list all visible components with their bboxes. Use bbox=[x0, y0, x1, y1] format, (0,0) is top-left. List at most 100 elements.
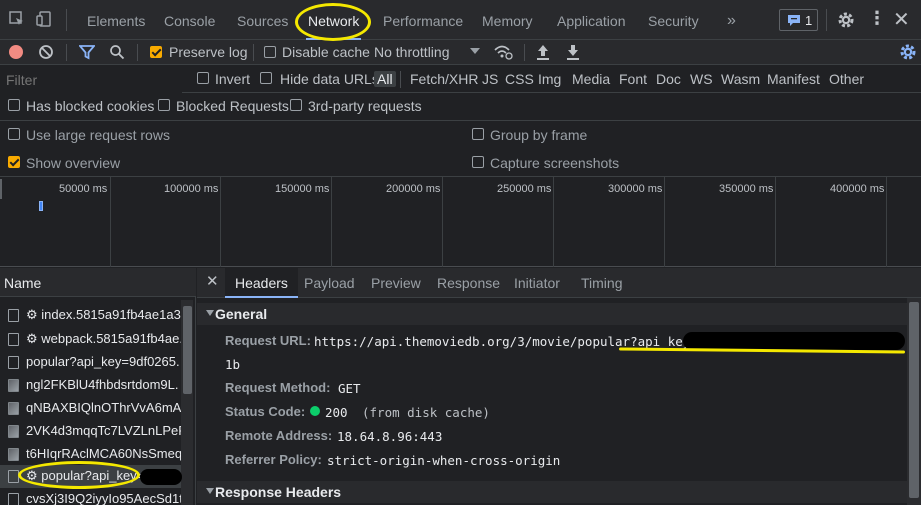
issues-count: 1 bbox=[805, 13, 813, 28]
tab-preview[interactable]: Preview bbox=[371, 268, 421, 298]
general-section-header[interactable]: General bbox=[197, 303, 907, 325]
network-overview-timeline[interactable]: 50000 ms 100000 ms 150000 ms 200000 ms 2… bbox=[0, 177, 921, 267]
disable-cache-checkbox[interactable] bbox=[264, 46, 276, 58]
referrer-policy-label: Referrer Policy: bbox=[225, 452, 322, 467]
import-har-icon[interactable] bbox=[535, 43, 551, 61]
filter-icon[interactable] bbox=[79, 45, 95, 60]
list-item[interactable]: ⚙ index.5815a91fb4ae1a3 bbox=[0, 304, 181, 327]
clear-icon[interactable] bbox=[38, 44, 54, 60]
filter-type-css[interactable]: CSS bbox=[505, 71, 534, 87]
show-overview-checkbox[interactable] bbox=[8, 156, 20, 168]
hide-data-urls-checkbox[interactable] bbox=[260, 72, 272, 84]
image-icon bbox=[8, 379, 19, 392]
filter-input[interactable] bbox=[0, 66, 182, 93]
record-icon[interactable] bbox=[9, 45, 23, 59]
tab-timing[interactable]: Timing bbox=[581, 268, 623, 298]
name-column-header[interactable]: Name bbox=[0, 268, 196, 297]
redaction-mark bbox=[683, 332, 905, 350]
divider bbox=[137, 44, 138, 61]
list-item[interactable]: qNBAXBIQlnOThrVvA6mA bbox=[0, 397, 181, 420]
response-headers-section-header[interactable]: Response Headers bbox=[197, 481, 907, 503]
scrollbar-thumb[interactable] bbox=[183, 306, 192, 394]
third-party-checkbox[interactable] bbox=[290, 99, 302, 111]
list-item[interactable]: ngl2FKBlU4fhbdsrtdom9L. bbox=[0, 374, 181, 397]
filter-type-doc[interactable]: Doc bbox=[656, 71, 681, 87]
large-rows-checkbox[interactable] bbox=[8, 128, 20, 140]
image-icon bbox=[8, 448, 19, 461]
filter-type-media[interactable]: Media bbox=[572, 71, 610, 87]
overview-tick: 300000 ms bbox=[608, 183, 663, 195]
filter-type-img[interactable]: Img bbox=[538, 71, 561, 87]
grid-line bbox=[442, 177, 443, 267]
blocked-cookies-checkbox[interactable] bbox=[8, 99, 20, 111]
network-toolbar: Preserve log Disable cache No throttling bbox=[0, 40, 921, 65]
filter-type-ws[interactable]: WS bbox=[690, 71, 713, 87]
close-devtools-icon[interactable]: ✕ bbox=[893, 7, 910, 32]
tab-elements[interactable]: Elements bbox=[87, 0, 145, 40]
tab-application[interactable]: Application bbox=[557, 0, 626, 40]
list-item[interactable]: cvsXj3I9Q2iyyIo95AecSd1t bbox=[0, 488, 181, 505]
tab-performance[interactable]: Performance bbox=[383, 0, 463, 40]
network-settings-gear-icon[interactable] bbox=[899, 43, 917, 61]
group-by-frame-checkbox[interactable] bbox=[472, 128, 484, 140]
inspect-element-icon[interactable] bbox=[8, 10, 26, 28]
filter-type-wasm[interactable]: Wasm bbox=[721, 71, 760, 87]
request-method-value: GET bbox=[338, 381, 361, 396]
blocked-requests-checkbox[interactable] bbox=[158, 99, 170, 111]
referrer-policy-value: strict-origin-when-cross-origin bbox=[327, 453, 561, 468]
list-item[interactable]: popular?api_key=9df0265. bbox=[0, 351, 181, 374]
filter-bar: Invert Hide data URLs All Fetch/XHR JS C… bbox=[0, 66, 921, 93]
tab-initiator[interactable]: Initiator bbox=[514, 268, 560, 298]
filter-type-fetch-xhr[interactable]: Fetch/XHR bbox=[410, 71, 478, 87]
tab-headers[interactable]: Headers bbox=[225, 268, 298, 298]
tab-console[interactable]: Console bbox=[164, 0, 215, 40]
request-list-panel: Name ⚙ index.5815a91fb4ae1a3 ⚙ webpack.5… bbox=[0, 268, 196, 505]
device-toolbar-icon[interactable] bbox=[36, 10, 54, 28]
request-name: qNBAXBIQlnOThrVvA6mA bbox=[26, 400, 181, 415]
file-icon bbox=[8, 309, 19, 322]
filter-type-font[interactable]: Font bbox=[619, 71, 647, 87]
more-tabs-button[interactable]: » bbox=[727, 0, 736, 40]
large-rows-label: Use large request rows bbox=[26, 127, 170, 143]
preserve-log-checkbox[interactable] bbox=[150, 46, 162, 58]
invert-checkbox[interactable] bbox=[197, 72, 209, 84]
triangle-down-icon bbox=[206, 310, 214, 316]
list-item[interactable]: ⚙ webpack.5815a91fb4ae. bbox=[0, 328, 181, 351]
filter-type-manifest[interactable]: Manifest bbox=[767, 71, 820, 87]
scrollbar-thumb[interactable] bbox=[909, 302, 919, 498]
divider bbox=[253, 44, 254, 61]
tab-security[interactable]: Security bbox=[648, 0, 699, 40]
tab-sources[interactable]: Sources bbox=[237, 0, 288, 40]
triangle-down-icon bbox=[206, 488, 214, 494]
throttling-select[interactable]: No throttling bbox=[374, 44, 449, 60]
tab-response[interactable]: Response bbox=[437, 268, 500, 298]
highlight-annotation bbox=[18, 461, 140, 489]
search-icon[interactable] bbox=[109, 44, 125, 60]
divider bbox=[524, 44, 525, 61]
list-item[interactable]: 2VK4d3mqqTc7LVZLnLPeR bbox=[0, 420, 181, 443]
file-icon bbox=[8, 470, 19, 483]
overview-tick: 400000 ms bbox=[830, 183, 885, 195]
issues-counter-button[interactable]: 1 bbox=[779, 9, 818, 31]
network-conditions-icon[interactable] bbox=[493, 44, 513, 60]
capture-screenshots-checkbox[interactable] bbox=[472, 156, 484, 168]
grid-line bbox=[331, 177, 332, 267]
export-har-icon[interactable] bbox=[565, 43, 581, 61]
highlight-annotation bbox=[295, 3, 371, 41]
divider bbox=[66, 9, 67, 31]
tab-payload[interactable]: Payload bbox=[304, 268, 355, 298]
filter-type-other[interactable]: Other bbox=[829, 71, 864, 87]
request-name: ngl2FKBlU4fhbdsrtdom9L. bbox=[26, 377, 179, 392]
overview-window-handle[interactable] bbox=[0, 179, 2, 199]
filter-type-all[interactable]: All bbox=[374, 71, 396, 87]
filter-type-js[interactable]: JS bbox=[482, 71, 498, 87]
chevron-down-icon[interactable] bbox=[470, 48, 480, 54]
section-title: General bbox=[215, 306, 268, 322]
settings-gear-icon[interactable] bbox=[837, 11, 855, 29]
close-detail-icon[interactable]: ✕ bbox=[206, 272, 219, 290]
image-icon bbox=[8, 425, 19, 438]
network-settings-panel: Has blocked cookies Blocked Requests 3rd… bbox=[0, 93, 921, 177]
tab-memory[interactable]: Memory bbox=[482, 0, 533, 40]
request-url-label: Request URL: bbox=[225, 333, 311, 348]
more-options-icon[interactable]: ⋮ bbox=[868, 8, 886, 29]
